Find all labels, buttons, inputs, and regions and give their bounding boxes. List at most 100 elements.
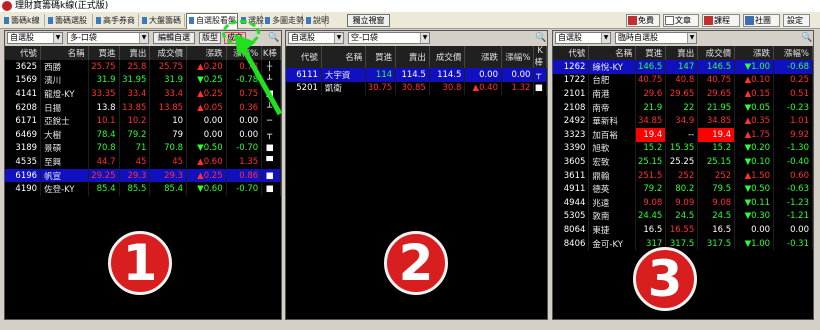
cell-chg: 0.00 bbox=[464, 68, 502, 82]
free-button[interactable]: 免費 bbox=[626, 14, 660, 27]
table-row[interactable]: 2492 華新科 34.85 34.9 34.85 ▲0.35 1.01 bbox=[553, 114, 813, 128]
column-header[interactable]: 成交價 bbox=[429, 46, 466, 68]
table-row[interactable]: 4944 兆遠 9.08 9.09 9.08 ▼0.11 -1.23 bbox=[553, 195, 813, 210]
chevron-down-icon: ▼ bbox=[420, 33, 429, 43]
cell-ask: -- bbox=[665, 127, 699, 142]
column-header[interactable]: 成交價 bbox=[697, 46, 736, 60]
column-header[interactable]: 代號 bbox=[286, 46, 322, 68]
tab-2[interactable]: 高手券商 bbox=[94, 14, 139, 27]
cell-pct: 9.92 bbox=[773, 127, 813, 142]
cell-ask: 114.5 bbox=[395, 68, 430, 82]
cell-code: 1262 bbox=[553, 60, 590, 74]
table-row[interactable]: 3611 鼎翰 251.5 252 252 ▲1.50 0.60 bbox=[553, 168, 813, 183]
cell-chg: ▼0.60 bbox=[186, 182, 227, 196]
column-header[interactable]: 名稱 bbox=[40, 46, 89, 60]
tab-3[interactable]: 大盤籌碼 bbox=[140, 14, 185, 27]
table-row[interactable]: 4190 佐登-KY 85.4 85.5 85.4 ▼0.60 -0.70 ■ bbox=[5, 182, 281, 196]
table-row[interactable]: 8406 金可-KY 317 317.5 317.5 ▼1.00 -0.31 bbox=[553, 236, 813, 251]
cell-code: 3390 bbox=[553, 141, 590, 156]
column-header[interactable]: 賣出 bbox=[665, 46, 699, 60]
panel2-list-select[interactable]: 空-口袋 ▼ bbox=[348, 32, 430, 44]
table-row[interactable]: 2108 南帝 21.9 22 21.95 ▼0.05 -0.23 bbox=[553, 100, 813, 115]
panel2-group-select[interactable]: 自選股 ▼ bbox=[288, 32, 344, 44]
table-row[interactable]: 4535 至興 44.7 45 45 ▲0.60 1.35 ▀ bbox=[5, 155, 281, 169]
column-header[interactable]: 漲跌 bbox=[186, 46, 227, 60]
panel1-list-select[interactable]: 多-口袋 ▼ bbox=[67, 32, 149, 44]
cell-price: 16.5 bbox=[697, 223, 736, 237]
cell-pct: -0.68 bbox=[773, 60, 813, 74]
cell-code: 4141 bbox=[5, 87, 42, 101]
edit-watchlist-button[interactable]: 編輯自選 bbox=[153, 32, 195, 44]
table-row[interactable]: 6111 大宇資 114 114.5 114.5 0.00 0.00 ┬ bbox=[286, 68, 547, 82]
cell-chg: ▲0.10 bbox=[734, 73, 775, 88]
cell-code: 4190 bbox=[5, 182, 42, 196]
cell-ask: 45 bbox=[119, 155, 151, 169]
search-icon[interactable]: 🔍 bbox=[535, 32, 547, 44]
cell-name: 大宇資 bbox=[321, 68, 367, 82]
table-row[interactable]: 5305 敦南 24.45 24.5 24.5 ▼0.30 -1.21 bbox=[553, 209, 813, 224]
article-button[interactable]: 文章 bbox=[663, 14, 699, 27]
cell-bid: 19.4 bbox=[635, 127, 667, 142]
column-header[interactable]: 代號 bbox=[5, 46, 42, 60]
cell-name: 佐登-KY bbox=[40, 182, 89, 196]
undock-button[interactable]: 獨立視窗 bbox=[347, 14, 390, 27]
table-row[interactable]: 4911 德英 79.2 80.2 79.5 ▼0.50 -0.63 bbox=[553, 182, 813, 196]
cell-code: 6196 bbox=[5, 168, 42, 183]
column-header[interactable]: 漲跌 bbox=[734, 46, 775, 60]
panel2-controls: 自選股 ▼ 空-口袋 ▼ 🔍 bbox=[286, 31, 547, 46]
column-header[interactable]: 漲跌 bbox=[464, 46, 502, 68]
layout-button[interactable]: 版型 bbox=[199, 32, 221, 44]
cell-pct: -0.63 bbox=[773, 182, 813, 196]
table-row[interactable]: 3605 宏致 25.15 25.25 25.15 ▼0.10 -0.40 bbox=[553, 155, 813, 169]
cell-chg: ▼0.50 bbox=[186, 141, 227, 156]
table-row[interactable]: 8064 東捷 16.5 16.55 16.5 0.00 0.00 bbox=[553, 223, 813, 237]
cell-bid: 251.5 bbox=[635, 168, 667, 183]
column-header[interactable]: 買進 bbox=[365, 46, 397, 68]
column-header[interactable]: 賣出 bbox=[395, 46, 430, 68]
table-row[interactable]: 5201 凱衛 30.75 30.85 30.8 ▲0.40 1.32 ■ bbox=[286, 81, 547, 96]
column-header[interactable]: 名稱 bbox=[588, 46, 637, 60]
cell-bid: 29.6 bbox=[635, 87, 667, 101]
panel1-group-select[interactable]: 自選股 ▼ bbox=[7, 32, 63, 44]
cell-chg: ▼0.20 bbox=[734, 141, 775, 156]
panel3-group-select[interactable]: 自選股 ▼ bbox=[555, 32, 611, 44]
cell-code: 4535 bbox=[5, 155, 42, 169]
cell-price: 40.75 bbox=[697, 73, 736, 88]
community-button[interactable]: 社團 bbox=[743, 14, 780, 27]
column-header[interactable]: 賣出 bbox=[119, 46, 151, 60]
cell-bid: 29.25 bbox=[88, 168, 120, 183]
free-icon bbox=[628, 16, 637, 25]
candle-icon: ■ bbox=[261, 141, 281, 156]
cell-name: 至興 bbox=[40, 155, 89, 169]
table-row[interactable]: 1262 綠悅-KY 146.5 147 146.5 ▼1.00 -0.68 bbox=[553, 60, 813, 74]
panel3-list-select[interactable]: 臨時自選股 ▼ bbox=[615, 32, 697, 44]
chevron-down-icon: ▼ bbox=[601, 33, 610, 43]
table-row[interactable]: 3323 加百裕 19.4 -- 19.4 ▲1.75 9.92 bbox=[553, 127, 813, 142]
search-icon[interactable]: 🔍 bbox=[801, 32, 813, 44]
cell-bid: 31.9 bbox=[88, 73, 120, 88]
column-header[interactable]: 漲幅% bbox=[773, 46, 813, 60]
cell-code: 2108 bbox=[553, 100, 590, 115]
column-header[interactable]: 漲幅% bbox=[501, 46, 535, 68]
settings-button[interactable]: 設定 bbox=[783, 14, 810, 27]
column-header[interactable]: 名稱 bbox=[321, 46, 367, 68]
cell-name: 金可-KY bbox=[588, 236, 637, 251]
cell-bid: 44.7 bbox=[88, 155, 120, 169]
table-row[interactable]: 3390 旭軟 15.2 15.35 15.2 ▼0.20 -1.30 bbox=[553, 141, 813, 156]
column-header[interactable]: 成交價 bbox=[149, 46, 188, 60]
column-header[interactable]: K棒 bbox=[533, 46, 547, 68]
table-row[interactable]: 6196 帆宣 29.25 29.3 29.3 ▲0.25 0.86 ■ bbox=[5, 168, 281, 183]
tab-0[interactable]: 籌碼k線 bbox=[2, 14, 45, 27]
cell-ask: 252 bbox=[665, 168, 699, 183]
table-row[interactable]: 3189 景碩 70.8 71 70.8 ▼0.50 -0.70 ■ bbox=[5, 141, 281, 156]
table-row[interactable]: 6469 大樹 78.4 79.2 79 0.00 0.00 ┬ bbox=[5, 127, 281, 142]
column-header[interactable]: 買進 bbox=[88, 46, 120, 60]
column-header[interactable]: 代號 bbox=[553, 46, 590, 60]
column-header[interactable]: 買進 bbox=[635, 46, 667, 60]
table-row[interactable]: 1722 台肥 40.75 40.8 40.75 ▲0.10 0.25 bbox=[553, 73, 813, 88]
table-row[interactable]: 2101 南港 29.6 29.65 29.65 ▲0.15 0.51 bbox=[553, 87, 813, 101]
tab-6[interactable]: 多圖走勢 bbox=[263, 14, 304, 27]
tab-1[interactable]: 籌碼選股 bbox=[46, 14, 93, 27]
course-button[interactable]: 課程 bbox=[702, 14, 740, 27]
tab-7[interactable]: 說明 bbox=[304, 14, 329, 27]
